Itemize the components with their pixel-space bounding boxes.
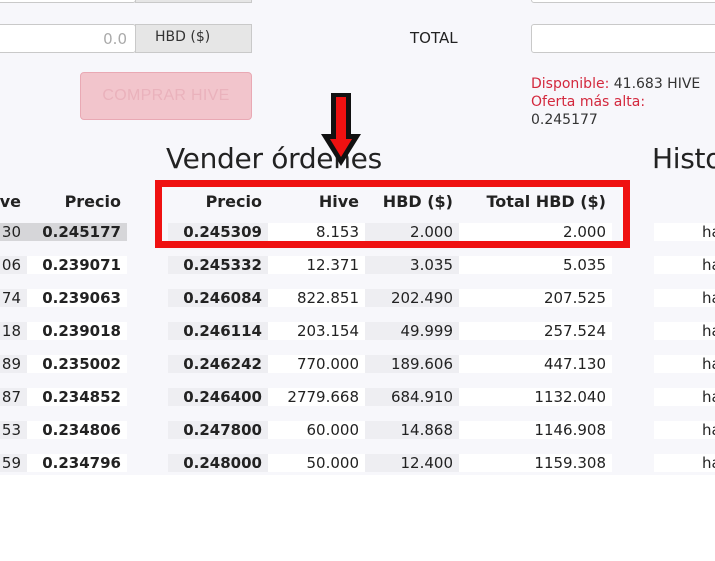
table-row[interactable]: 74 0.239063: [0, 281, 127, 314]
table-cell: ha: [654, 387, 715, 406]
table-cell: 203.154: [268, 321, 365, 340]
previous-addon: [135, 0, 252, 3]
table-cell: 822.851: [268, 288, 365, 307]
table-row[interactable]: 0.247800 60.000 14.868 1146.908: [168, 413, 612, 446]
table-row[interactable]: 0.248000 50.000 12.400 1159.308: [168, 446, 612, 479]
table-cell: ha: [654, 453, 715, 472]
table-cell: 12.400: [365, 453, 459, 472]
table-cell: 0.239071: [27, 255, 127, 274]
table-cell: 1159.308: [459, 453, 612, 472]
table-cell: 74: [0, 288, 27, 307]
table-row[interactable]: ha: [654, 380, 715, 413]
table-cell: 50.000: [268, 453, 365, 472]
down-arrow-icon: [321, 93, 361, 166]
table-cell: 0.239018: [27, 321, 127, 340]
total-label: TOTAL: [410, 29, 458, 47]
table-cell: 59: [0, 453, 27, 472]
table-cell: ha: [654, 288, 715, 307]
table-cell: 207.525: [459, 288, 612, 307]
table-cell: 684.910: [365, 387, 459, 406]
table-row[interactable]: ha: [654, 281, 715, 314]
table-cell: 202.490: [365, 288, 459, 307]
table-cell: 0.235002: [27, 354, 127, 373]
table-cell: 18: [0, 321, 27, 340]
table-row[interactable]: 0.246400 2779.668 684.910 1132.040: [168, 380, 612, 413]
table-row[interactable]: 0.245332 12.371 3.035 5.035: [168, 248, 612, 281]
table-cell: 447.130: [459, 354, 612, 373]
table-cell: ha: [654, 222, 715, 241]
table-cell: 49.999: [365, 321, 459, 340]
currency-addon: HBD ($): [135, 24, 252, 53]
best-offer-value: 0.245177: [531, 112, 598, 128]
table-cell: 189.606: [365, 354, 459, 373]
table-cell: 06: [0, 255, 27, 274]
amount-input[interactable]: 0.0: [0, 24, 136, 53]
table-cell: 0.234852: [27, 387, 127, 406]
table-cell: 87: [0, 387, 27, 406]
table-row[interactable]: 87 0.234852: [0, 380, 127, 413]
table-cell: 1132.040: [459, 387, 612, 406]
table-row[interactable]: 30 0.245177: [0, 215, 127, 248]
table-row[interactable]: 53 0.234806: [0, 413, 127, 446]
available-value: 41.683 HIVE: [613, 76, 701, 92]
table-cell: 770.000: [268, 354, 365, 373]
table-cell: 5.035: [459, 255, 612, 274]
table-cell: 12.371: [268, 255, 365, 274]
amount-value: 0.0: [103, 30, 127, 48]
table-row[interactable]: ha: [654, 248, 715, 281]
table-cell: 0.234796: [27, 453, 127, 472]
table-row[interactable]: 0.246114 203.154 49.999 257.524: [168, 314, 612, 347]
best-offer: Oferta más alta: 0.245177: [531, 93, 715, 129]
table-cell: 60.000: [268, 420, 365, 439]
table-header: ve Precio: [0, 187, 127, 215]
table-cell: 0.234806: [27, 420, 127, 439]
table-row[interactable]: ha: [654, 347, 715, 380]
table-cell: 0.245332: [168, 255, 268, 274]
table-cell: 0.248000: [168, 453, 268, 472]
table-row[interactable]: ha: [654, 314, 715, 347]
table-cell: ha: [654, 321, 715, 340]
table-row[interactable]: ha: [654, 215, 715, 248]
history-title: Histo: [652, 142, 715, 175]
table-cell: 1146.908: [459, 420, 612, 439]
table-cell: 0.247800: [168, 420, 268, 439]
history-table: ha ha ha ha ha ha ha ha: [654, 187, 715, 479]
table-cell: 0.246114: [168, 321, 268, 340]
table-row[interactable]: ha: [654, 446, 715, 479]
highlight-box: [155, 180, 630, 248]
table-cell: 257.524: [459, 321, 612, 340]
table-header: [654, 187, 715, 215]
table-row[interactable]: 0.246242 770.000 189.606 447.130: [168, 347, 612, 380]
best-offer-label: Oferta más alta:: [531, 94, 646, 110]
column-header: ve: [0, 191, 21, 211]
table-cell: ha: [654, 354, 715, 373]
table-cell: 30: [0, 222, 27, 241]
table-cell: ha: [654, 420, 715, 439]
table-row[interactable]: 59 0.234796: [0, 446, 127, 479]
table-cell: ha: [654, 255, 715, 274]
table-cell: 0.246084: [168, 288, 268, 307]
total-input[interactable]: [531, 24, 715, 53]
table-cell: 3.035: [365, 255, 459, 274]
table-cell: 0.246400: [168, 387, 268, 406]
table-row[interactable]: 18 0.239018: [0, 314, 127, 347]
available-label: Disponible:: [531, 76, 610, 92]
table-row[interactable]: 0.246084 822.851 202.490 207.525: [168, 281, 612, 314]
table-row[interactable]: 06 0.239071: [0, 248, 127, 281]
table-cell: 53: [0, 420, 27, 439]
buy-hive-button[interactable]: COMPRAR HIVE: [80, 72, 252, 120]
table-cell: 14.868: [365, 420, 459, 439]
previous-total-field[interactable]: [531, 0, 715, 3]
table-cell: 0.245177: [27, 222, 127, 241]
buy-orders-table: ve Precio 30 0.245177 06 0.239071 74 0.2…: [0, 187, 127, 479]
previous-field[interactable]: [0, 0, 136, 3]
table-cell: 89: [0, 354, 27, 373]
column-header: Precio: [64, 191, 121, 211]
table-cell: 0.246242: [168, 354, 268, 373]
available-balance: Disponible: 41.683 HIVE: [531, 75, 700, 93]
table-row[interactable]: ha: [654, 413, 715, 446]
table-cell: 0.239063: [27, 288, 127, 307]
table-cell: 2779.668: [268, 387, 365, 406]
table-row[interactable]: 89 0.235002: [0, 347, 127, 380]
